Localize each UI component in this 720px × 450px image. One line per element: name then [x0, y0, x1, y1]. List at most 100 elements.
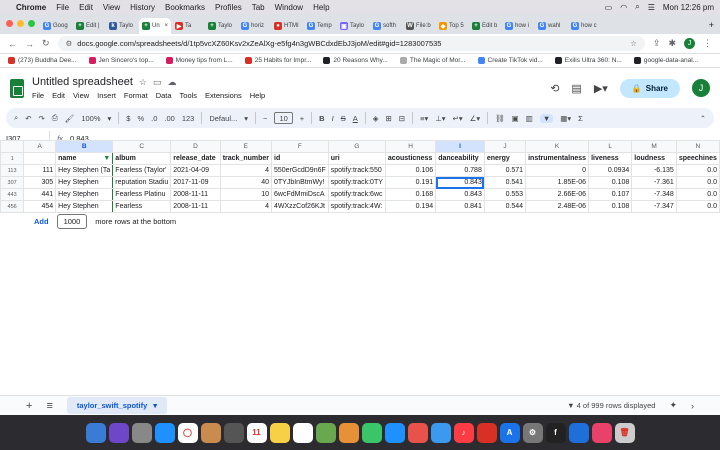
dock-app-icon[interactable]: 🗑	[614, 422, 635, 443]
minimize-window-button[interactable]	[17, 20, 24, 27]
menu-view[interactable]: View	[103, 3, 120, 12]
browser-tab[interactable]: Ghow i	[502, 18, 534, 34]
add-sheet-button[interactable]: +	[26, 400, 32, 412]
dock-app-icon[interactable]: ◯	[177, 422, 198, 443]
data-cell[interactable]: 6wcFdMmiDscA	[271, 188, 329, 201]
sheets-menu-format[interactable]: Format	[124, 91, 148, 100]
data-cell[interactable]: -6.135	[631, 164, 677, 177]
dock-app-icon[interactable]	[568, 422, 589, 443]
bookmark-item[interactable]: Money tips from L...	[165, 57, 233, 64]
bookmark-item[interactable]: google-data-anal...	[633, 57, 698, 64]
column-header-f[interactable]: F	[271, 140, 329, 153]
column-header-n[interactable]: N	[675, 140, 720, 153]
add-rows-count-input[interactable]: 1000	[56, 214, 88, 229]
zoom-window-button[interactable]	[28, 20, 35, 27]
undo-icon[interactable]: ↶	[25, 114, 31, 123]
extensions-icon[interactable]: ✱	[668, 38, 676, 49]
browser-tab[interactable]: + Un ×	[139, 18, 171, 34]
data-cell[interactable]: 2008-11-11	[170, 200, 221, 213]
column-title-cell[interactable]: energy	[483, 152, 527, 165]
document-title[interactable]: Untitled spreadsheet	[32, 76, 133, 88]
font-select[interactable]: Defaul...	[209, 114, 237, 123]
more-formats-button[interactable]: 123	[182, 114, 195, 123]
sheets-menu-extensions[interactable]: Extensions	[205, 91, 242, 100]
select-all-corner[interactable]	[0, 140, 25, 153]
vertical-scrollbar[interactable]	[713, 155, 718, 395]
decrease-decimal-button[interactable]: .0	[151, 114, 157, 123]
wifi-icon[interactable]: ◠	[620, 3, 627, 12]
menu-tab[interactable]: Tab	[252, 3, 265, 12]
dock-app-icon[interactable]	[85, 422, 106, 443]
share-button[interactable]: 🔒 Share	[619, 78, 680, 98]
bookmark-item[interactable]: Jen Sincero's top...	[88, 57, 154, 64]
browser-tab[interactable]: ● HTMI	[271, 18, 303, 34]
data-cell[interactable]: Fearless Platinu	[112, 188, 172, 201]
dock-app-icon[interactable]	[269, 422, 290, 443]
column-header-g[interactable]: G	[327, 140, 386, 153]
share-page-icon[interactable]: ⇪	[653, 38, 661, 49]
star-icon[interactable]: ☆	[139, 77, 147, 88]
row-header[interactable]: 1	[0, 152, 25, 165]
data-cell[interactable]: 4	[219, 164, 273, 177]
bookmark-item[interactable]: Create TikTok vid...	[477, 57, 543, 64]
vertical-align-icon[interactable]: ⊥▾	[435, 114, 445, 123]
bold-button[interactable]: B	[319, 114, 324, 123]
url-bar[interactable]: ⚙ docs.google.com/spreadsheets/d/1tp5vcX…	[57, 36, 645, 51]
control-center-icon[interactable]: ☰	[648, 3, 655, 12]
column-title-cell[interactable]: danceability	[435, 152, 485, 165]
menubar-clock[interactable]: Mon 12:26 pm	[663, 3, 714, 12]
data-cell[interactable]: spotify:track:0TY	[327, 176, 386, 189]
profile-avatar[interactable]: J	[684, 38, 695, 49]
data-cell[interactable]: 0.571	[483, 164, 527, 177]
close-tab-icon[interactable]: ×	[164, 23, 168, 29]
browser-tab[interactable]: k Taylo	[106, 18, 138, 34]
all-sheets-button[interactable]: ≡	[46, 400, 52, 412]
horizontal-align-icon[interactable]: ≡▾	[420, 114, 428, 123]
text-wrap-icon[interactable]: ↵▾	[453, 114, 463, 123]
data-cell[interactable]: 0.191	[384, 176, 437, 189]
column-header-h[interactable]: H	[384, 140, 437, 153]
column-header-l[interactable]: L	[588, 140, 633, 153]
data-cell[interactable]: 0.108	[588, 176, 633, 189]
sheets-menu-data[interactable]: Data	[156, 91, 172, 100]
dock-app-icon[interactable]	[430, 422, 451, 443]
data-cell[interactable]: 2021-04-09	[170, 164, 221, 177]
data-cell[interactable]: 0	[525, 164, 590, 177]
site-info-icon[interactable]: ⚙	[66, 39, 73, 48]
browser-tab[interactable]: W File:b	[403, 18, 435, 34]
collapse-toolbar-icon[interactable]: ⌃	[700, 114, 706, 123]
column-header-i[interactable]: I	[435, 140, 485, 153]
increase-decimal-button[interactable]: .00	[164, 114, 174, 123]
sheets-logo-icon[interactable]	[10, 78, 24, 98]
merge-cells-icon[interactable]: ⊟	[399, 114, 405, 123]
data-cell[interactable]: 0.843	[435, 176, 485, 189]
column-title-cell[interactable]: uri	[327, 152, 386, 165]
back-icon[interactable]: ←	[8, 39, 17, 49]
paint-format-icon[interactable]: 🖌	[65, 114, 75, 123]
browser-tab[interactable]: Ghow c	[568, 18, 600, 34]
dock-app-icon[interactable]: f	[545, 422, 566, 443]
menu-profiles[interactable]: Profiles	[215, 3, 242, 12]
data-cell[interactable]: 2008-11-11	[170, 188, 221, 201]
row-header[interactable]: 307	[0, 176, 25, 189]
close-window-button[interactable]	[6, 20, 13, 27]
data-cell[interactable]: 4	[219, 200, 273, 213]
chevron-down-icon[interactable]: ▾	[153, 401, 157, 410]
data-cell[interactable]: -7.361	[631, 176, 677, 189]
data-cell[interactable]: 0.107	[588, 188, 633, 201]
data-cell[interactable]: -7.347	[631, 200, 677, 213]
app-menu[interactable]: Chrome	[16, 3, 46, 12]
data-cell[interactable]: 10	[219, 188, 273, 201]
dock-app-icon[interactable]	[200, 422, 221, 443]
insert-comment-icon[interactable]: ▣	[512, 114, 519, 123]
data-cell[interactable]: spotify:track:550	[327, 164, 386, 177]
font-size-input[interactable]: 10	[274, 112, 293, 124]
data-cell[interactable]: 550erGcdD9n6F	[271, 164, 329, 177]
menu-file[interactable]: File	[56, 3, 69, 12]
insert-chart-icon[interactable]: ▥	[526, 114, 533, 123]
zoom-select[interactable]: 100%	[81, 114, 100, 123]
text-color-button[interactable]: A	[353, 114, 358, 123]
data-cell[interactable]: 2.66E-06	[525, 188, 590, 201]
data-cell[interactable]: 0.168	[384, 188, 437, 201]
sheets-menu-help[interactable]: Help	[250, 91, 265, 100]
